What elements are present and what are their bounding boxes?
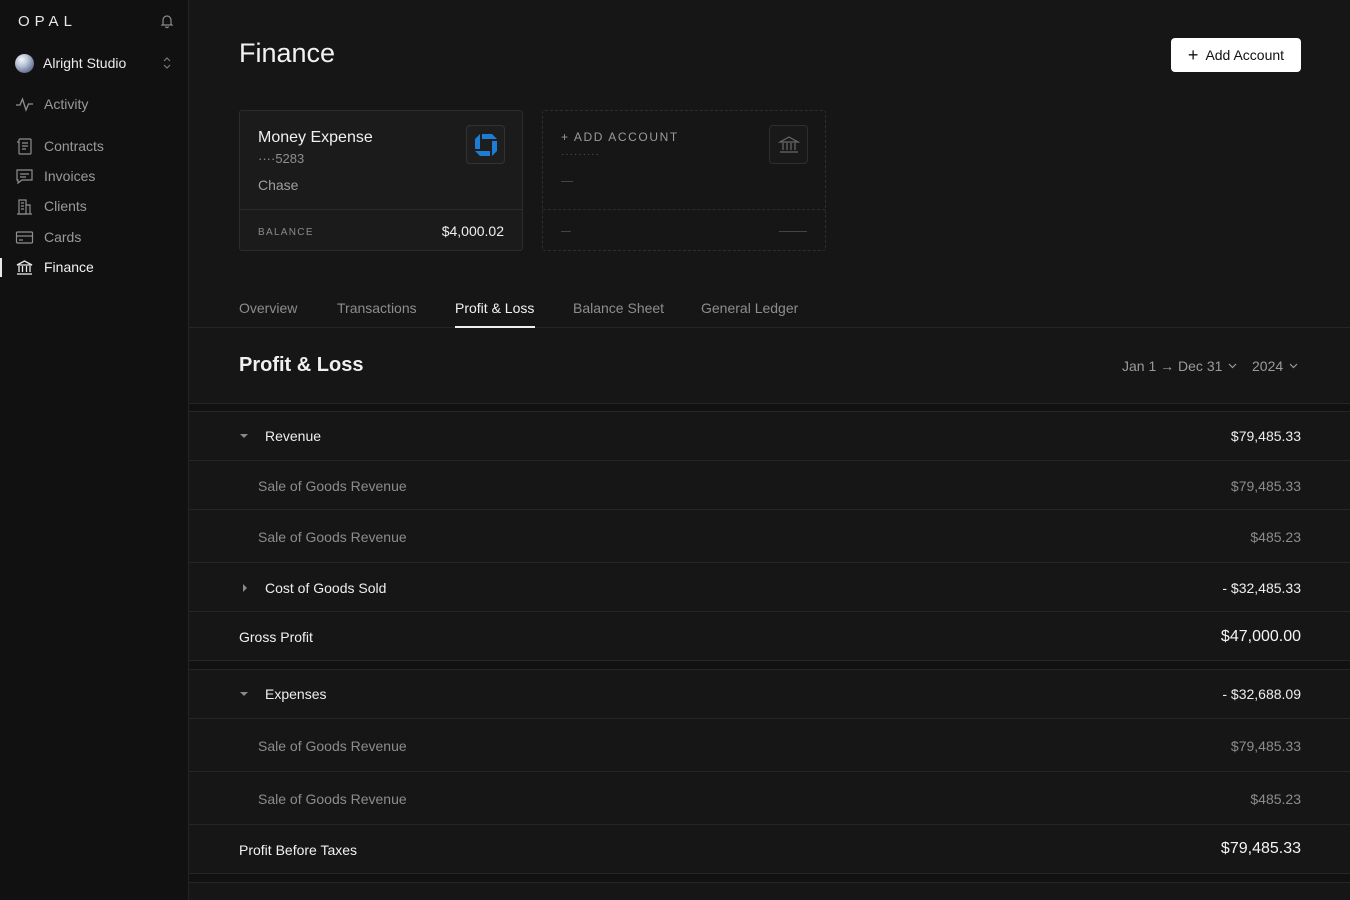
activity-icon [16,96,33,112]
balance-value: $4,000.02 [441,223,504,239]
row-label: Expenses [265,686,327,702]
row-label: Sale of Goods Revenue [258,791,407,807]
sidebar-item-label: Contracts [44,138,104,154]
caret-right-icon[interactable] [241,583,249,593]
sidebar-item-label: Activity [44,96,89,112]
date-range-value: Jan 1 → Dec 31 [1122,358,1223,374]
account-name: Money Expense [258,129,373,146]
row-amount: $485.23 [1250,791,1301,807]
profit-before-taxes-row: Profit Before Taxes $79,485.33 [189,825,1350,874]
tab-overview[interactable]: Overview [239,300,297,316]
sidebar-item-clients[interactable]: Clients [15,195,185,217]
placeholder-line [561,231,571,232]
building-icon [17,198,32,215]
chase-logo-icon [466,125,505,164]
row-label: Sale of Goods Revenue [258,529,407,545]
add-account-card[interactable]: + ADD ACCOUNT ········· [542,110,826,251]
row-label: Gross Profit [239,629,313,645]
table-separator [189,403,1350,412]
table-separator [189,661,1350,670]
tab-balance-sheet[interactable]: Balance Sheet [573,300,664,316]
table-row[interactable]: Sale of Goods Revenue $485.23 [189,772,1350,825]
placeholder-line [779,231,807,232]
row-amount: - $32,485.33 [1222,580,1301,596]
contract-icon [17,137,32,155]
sidebar-item-contracts[interactable]: Contracts [15,135,185,157]
tab-transactions[interactable]: Transactions [337,300,417,316]
active-tab-underline [455,326,535,328]
cogs-row[interactable]: Cost of Goods Sold - $32,485.33 [189,563,1350,612]
add-account-card-label: + ADD ACCOUNT [561,130,679,144]
plus-icon: + [1187,45,1199,65]
sidebar-item-invoices[interactable]: Invoices [15,165,185,187]
sidebar-item-finance[interactable]: Finance [15,256,185,278]
table-row[interactable]: Sale of Goods Revenue $79,485.33 [189,719,1350,772]
table-row[interactable]: Sale of Goods Revenue $485.23 [189,510,1350,563]
row-amount: $485.23 [1250,529,1301,545]
caret-down-icon[interactable] [239,690,249,698]
add-account-button[interactable]: + Add Account [1171,38,1301,72]
row-label: Profit Before Taxes [239,842,358,858]
sidebar-item-activity[interactable]: Activity [15,93,185,115]
tab-bar: Overview Transactions Profit & Loss Bala… [189,293,1350,328]
year-value: 2024 [1252,358,1284,374]
row-amount: $79,485.33 [1220,840,1301,857]
add-account-label: Add Account [1205,47,1285,63]
row-label: Revenue [265,428,322,444]
bank-icon [16,259,33,275]
sidebar-item-label: Invoices [44,168,96,184]
sidebar-item-cards[interactable]: Cards [15,226,185,248]
row-amount: $47,000.00 [1220,628,1301,645]
active-indicator [0,258,2,277]
row-amount: $79,485.33 [1230,478,1301,494]
account-card[interactable]: Money Expense ····5283 Chase BALANCE $4,… [239,110,523,251]
row-amount: - $32,688.09 [1222,686,1301,702]
row-label: Cost of Goods Sold [265,580,387,596]
sidebar: OPAL Alright Studio Activity Contracts I… [0,0,189,900]
year-dropdown[interactable]: 2024 [1252,358,1298,374]
gross-profit-row: Gross Profit $47,000.00 [189,612,1350,661]
card-footer: BALANCE $4,000.02 [240,209,522,251]
row-amount: $79,485.33 [1230,738,1301,754]
caret-down-icon[interactable] [239,432,249,440]
account-number: ····5283 [258,151,305,166]
tab-profit-loss[interactable]: Profit & Loss [455,300,534,316]
workspace-avatar [15,53,34,73]
invoice-icon [16,168,33,184]
table-row[interactable]: Sale of Goods Revenue $79,485.33 [189,461,1350,510]
table-separator [189,874,1350,883]
expenses-row[interactable]: Expenses - $32,688.09 [189,670,1350,719]
section-title: Profit & Loss [239,354,364,376]
chevron-down-icon [1289,363,1298,369]
row-amount: $79,485.33 [1230,428,1301,444]
workspace-name: Alright Studio [43,55,127,71]
placeholder-number: ········· [561,149,600,160]
app-logo[interactable]: OPAL [18,13,77,30]
page-title: Finance [239,38,336,68]
date-range-dropdown[interactable]: Jan 1 → Dec 31 [1122,358,1237,374]
bell-icon[interactable] [159,13,175,29]
chevron-down-icon [1228,363,1237,369]
placeholder-line [561,181,573,182]
chevron-updown-icon [163,57,171,69]
balance-label: BALANCE [258,227,314,238]
bank-name: Chase [258,177,299,193]
workspace-switcher[interactable]: Alright Studio [15,51,175,75]
bank-placeholder-icon [769,125,808,164]
card-footer [543,209,825,251]
revenue-row[interactable]: Revenue $79,485.33 [189,412,1350,461]
tab-general-ledger[interactable]: General Ledger [701,300,798,316]
sidebar-item-label: Cards [44,229,82,245]
sidebar-item-label: Finance [44,259,94,275]
row-label: Sale of Goods Revenue [258,738,407,754]
row-label: Sale of Goods Revenue [258,478,407,494]
card-icon [15,230,34,244]
sidebar-item-label: Clients [44,198,87,214]
